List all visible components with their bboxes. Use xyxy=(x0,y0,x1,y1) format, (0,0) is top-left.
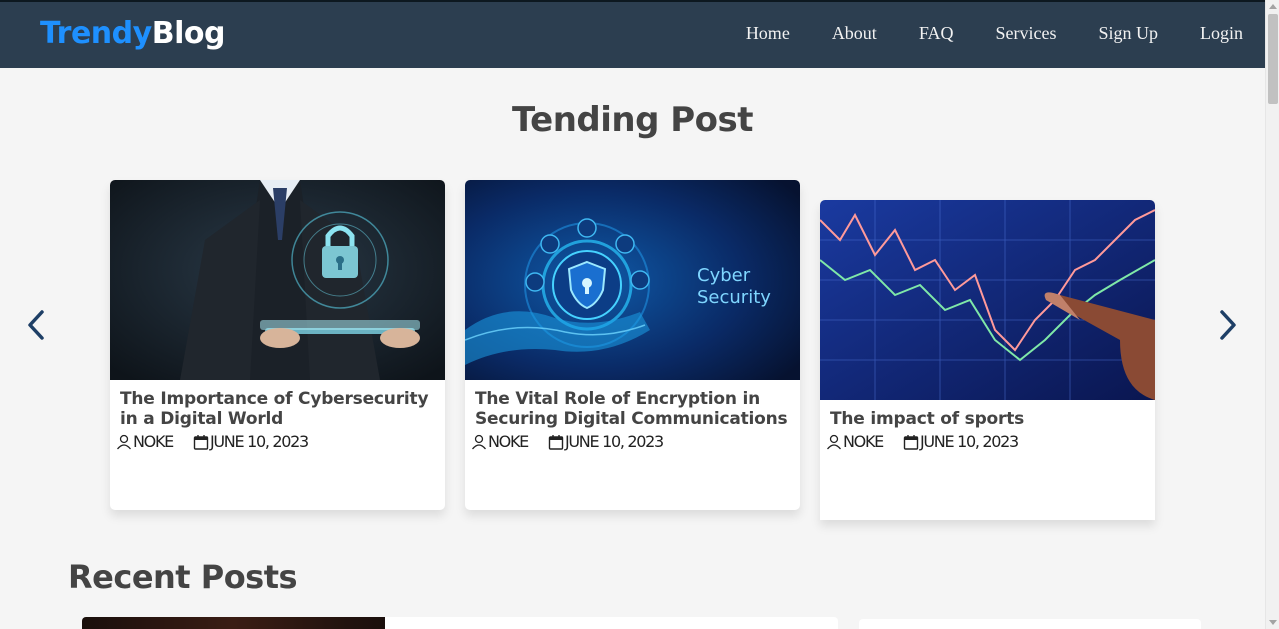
card-image-encryption[interactable]: Cyber Security xyxy=(465,180,800,380)
site-logo[interactable]: TrendyBlog xyxy=(40,16,225,51)
main-nav: Home About FAQ Services Sign Up Login xyxy=(704,23,1243,44)
nav-services[interactable]: Services xyxy=(996,23,1057,44)
recent-post-image[interactable] xyxy=(82,617,385,629)
recent-sidebar-card[interactable] xyxy=(859,619,1201,629)
card-title[interactable]: The Importance of Cybersecurity in a Dig… xyxy=(110,380,445,429)
recent-post-card[interactable] xyxy=(82,617,838,629)
site-header: TrendyBlog Home About FAQ Services Sign … xyxy=(0,2,1265,68)
card-title[interactable]: The Vital Role of Encryption in Securing… xyxy=(465,380,800,429)
user-icon xyxy=(116,434,132,449)
trending-card[interactable]: Cyber Security The Vital Role of Encrypt… xyxy=(465,180,800,510)
user-icon xyxy=(471,434,487,449)
scroll-up-arrow-icon[interactable] xyxy=(1269,4,1277,9)
card-image-sports[interactable] xyxy=(820,200,1155,400)
card-image-cybersecurity[interactable] xyxy=(110,180,445,380)
card-title[interactable]: The impact of sports xyxy=(820,400,1155,429)
chevron-right-icon[interactable] xyxy=(1212,308,1242,342)
card-meta: NOKE JUNE 10, 2023 xyxy=(110,429,445,451)
card-author: NOKE xyxy=(488,432,529,451)
image-text-security: Security xyxy=(697,287,771,308)
user-icon xyxy=(826,434,842,449)
chevron-left-icon[interactable] xyxy=(22,308,52,342)
card-meta: NOKE JUNE 10, 2023 xyxy=(820,429,1155,451)
calendar-icon xyxy=(193,434,209,450)
calendar-icon xyxy=(548,434,564,450)
scrollbar-thumb[interactable] xyxy=(1268,14,1278,104)
card-author: NOKE xyxy=(843,432,884,451)
scroll-down-arrow-icon[interactable] xyxy=(1269,620,1277,625)
page-scrollbar[interactable] xyxy=(1265,0,1279,629)
card-date: JUNE 10, 2023 xyxy=(209,432,309,451)
card-date: JUNE 10, 2023 xyxy=(564,432,664,451)
card-date: JUNE 10, 2023 xyxy=(919,432,1019,451)
nav-faq[interactable]: FAQ xyxy=(919,23,954,44)
trending-card[interactable]: The Importance of Cybersecurity in a Dig… xyxy=(110,180,445,510)
card-meta: NOKE JUNE 10, 2023 xyxy=(465,429,800,451)
trending-card[interactable]: The impact of sports NOKE JUNE 10, 2023 xyxy=(820,200,1155,520)
nav-sign-up[interactable]: Sign Up xyxy=(1098,23,1158,44)
logo-part-trendy: Trendy xyxy=(40,16,152,51)
nav-login[interactable]: Login xyxy=(1200,23,1243,44)
logo-part-blog: Blog xyxy=(151,16,226,51)
card-author: NOKE xyxy=(133,432,174,451)
nav-home[interactable]: Home xyxy=(746,23,790,44)
image-text-cyber: Cyber xyxy=(697,265,751,286)
trending-title: Tending Post xyxy=(511,100,754,140)
calendar-icon xyxy=(903,434,919,450)
recent-posts-title: Recent Posts xyxy=(68,558,298,596)
nav-about[interactable]: About xyxy=(832,23,877,44)
